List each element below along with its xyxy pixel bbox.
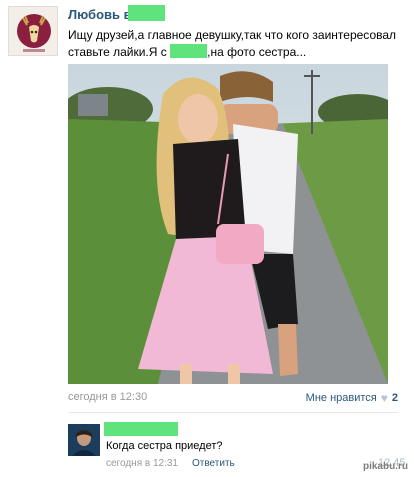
community-avatar[interactable] bbox=[8, 6, 58, 56]
comment-timestamp[interactable]: сегодня в 12:31 bbox=[106, 458, 178, 469]
post-text-line2-suffix: ,на фото сестра... bbox=[207, 45, 307, 59]
post-author-name[interactable]: Любовь в bbox=[68, 7, 132, 22]
commenter-avatar[interactable] bbox=[68, 424, 100, 456]
heart-icon: ♥ bbox=[380, 391, 388, 405]
post-text-line2-prefix: ставьте лайки.Я с bbox=[68, 45, 167, 59]
post-photo[interactable] bbox=[68, 64, 388, 384]
censor-mask-commenter bbox=[104, 422, 178, 436]
post-text: Ищу друзей,а главное девушку,так что ког… bbox=[68, 27, 398, 61]
censor-mask-name bbox=[170, 44, 208, 58]
post-text-line1: Ищу друзей,а главное девушку,так что ког… bbox=[68, 28, 397, 42]
divider bbox=[68, 412, 398, 413]
watermark: pikabu.ru bbox=[362, 461, 408, 472]
reply-link[interactable]: Ответить bbox=[192, 458, 235, 469]
like-count: 2 bbox=[391, 392, 398, 404]
censor-mask-author bbox=[128, 5, 165, 21]
post-timestamp[interactable]: сегодня в 12:30 bbox=[68, 391, 147, 403]
like-label: Мне нравится bbox=[305, 392, 377, 404]
like-button[interactable]: Мне нравится ♥ 2 bbox=[306, 391, 398, 405]
comment-text: Когда сестра приедет? bbox=[106, 440, 223, 452]
